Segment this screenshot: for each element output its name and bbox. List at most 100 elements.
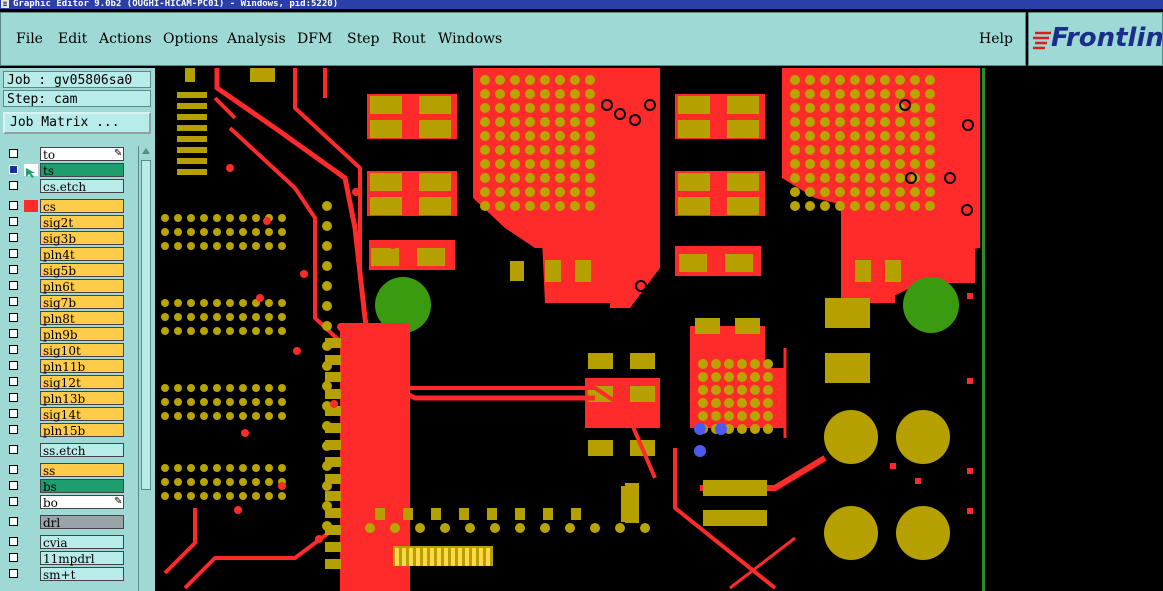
layer-row-22[interactable]: drl [4, 514, 128, 530]
layer-row-14[interactable]: sig12t [4, 374, 128, 390]
layer-checkbox[interactable] [9, 409, 18, 418]
layer-checkbox[interactable] [9, 165, 18, 174]
via [161, 228, 169, 236]
window-menu-icon[interactable]: ≡ [1, 0, 9, 8]
menu-file[interactable]: File [16, 31, 43, 47]
menu-dfm[interactable]: DFM [297, 31, 332, 47]
layer-checkbox[interactable] [9, 313, 18, 322]
layer-row-20[interactable]: bs [4, 478, 128, 494]
bga-ball [495, 173, 505, 183]
layer-checkbox[interactable] [9, 537, 18, 546]
edit-pencil-icon[interactable]: ✎ [114, 149, 122, 159]
layer-checkbox[interactable] [9, 345, 18, 354]
bga-ball [585, 103, 595, 113]
bga-ball [480, 103, 490, 113]
layer-row-8[interactable]: pln6t [4, 278, 128, 294]
layer-checkbox[interactable] [9, 361, 18, 370]
layer-row-12[interactable]: sig10t [4, 342, 128, 358]
layer-name: pln6t [40, 279, 124, 294]
via [278, 327, 286, 335]
small-via [241, 429, 249, 437]
layer-checkbox[interactable] [9, 553, 18, 562]
layer-row-11[interactable]: pln9b [4, 326, 128, 342]
layer-row-18[interactable]: ss.etch [4, 442, 128, 458]
pad [419, 197, 451, 215]
scroll-up-icon[interactable] [141, 146, 151, 156]
bga-ball [895, 131, 905, 141]
layer-row-16[interactable]: sig14t [4, 406, 128, 422]
layer-checkbox[interactable] [9, 249, 18, 258]
menu-analysis[interactable]: Analysis [227, 31, 286, 47]
via [174, 478, 182, 486]
layer-checkbox[interactable] [9, 481, 18, 490]
pcb-canvas[interactable] [155, 68, 1163, 591]
layer-row-6[interactable]: pln4t [4, 246, 128, 262]
layer-row-1[interactable]: ts [4, 162, 128, 178]
bga-ball [570, 145, 580, 155]
layer-checkbox[interactable] [9, 329, 18, 338]
job-matrix-button[interactable]: Job Matrix ... [3, 112, 151, 134]
layer-name: sm+t [40, 567, 124, 582]
menu-actions[interactable]: Actions [99, 31, 152, 47]
layer-checkbox[interactable] [9, 181, 18, 190]
layer-checkbox[interactable] [9, 497, 18, 506]
layer-checkbox[interactable] [9, 465, 18, 474]
layer-name: pln9b [40, 327, 124, 342]
bga-ball [820, 145, 830, 155]
selected-via [694, 423, 706, 435]
layer-row-4[interactable]: sig2t [4, 214, 128, 230]
menu-step[interactable]: Step [347, 31, 379, 47]
via [252, 464, 260, 472]
scroll-thumb[interactable] [141, 160, 151, 490]
layer-row-3[interactable]: cs [4, 198, 128, 214]
layer-checkbox[interactable] [9, 233, 18, 242]
layer-row-24[interactable]: 11mpdrl [4, 550, 128, 566]
layer-row-19[interactable]: ss [4, 462, 128, 478]
brand-logo: Frontline [1028, 12, 1163, 66]
layer-checkbox[interactable] [9, 377, 18, 386]
layer-scrollbar[interactable] [138, 146, 153, 591]
layer-row-5[interactable]: sig3b [4, 230, 128, 246]
small-via [300, 270, 308, 278]
layer-row-15[interactable]: pln13b [4, 390, 128, 406]
layer-checkbox[interactable] [9, 393, 18, 402]
bga-ball [698, 411, 708, 421]
layer-row-23[interactable]: cvia [4, 534, 128, 550]
layer-checkbox[interactable] [9, 445, 18, 454]
layer-checkbox[interactable] [9, 569, 18, 578]
layer-checkbox[interactable] [9, 517, 18, 526]
layer-checkbox[interactable] [9, 149, 18, 158]
layer-checkbox[interactable] [9, 217, 18, 226]
layer-checkbox[interactable] [9, 425, 18, 434]
layer-row-0[interactable]: to ✎ [4, 146, 128, 162]
layer-row-10[interactable]: pln8t [4, 310, 128, 326]
menu-help[interactable]: Help [979, 31, 1013, 47]
layer-row-9[interactable]: sig7b [4, 294, 128, 310]
layer-row-21[interactable]: bo ✎ [4, 494, 128, 510]
bga-ball [835, 75, 845, 85]
layer-row-25[interactable]: sm+t [4, 566, 128, 582]
edit-pencil-icon[interactable]: ✎ [114, 497, 122, 507]
bga-ball [850, 187, 860, 197]
bga-ball [555, 75, 565, 85]
layer-checkbox[interactable] [9, 265, 18, 274]
via [200, 412, 208, 420]
layer-row-7[interactable]: sig5b [4, 262, 128, 278]
via [187, 327, 195, 335]
layer-checkbox[interactable] [9, 281, 18, 290]
layer-row-2[interactable]: cs.etch [4, 178, 128, 194]
menu-options[interactable]: Options [163, 31, 218, 47]
layer-row-17[interactable]: pln15b [4, 422, 128, 438]
bga-ball [865, 131, 875, 141]
pad [678, 96, 710, 114]
bga-ball [555, 131, 565, 141]
menu-rout[interactable]: Rout [392, 31, 426, 47]
layer-checkbox[interactable] [9, 201, 18, 210]
bga-ball [895, 89, 905, 99]
menu-windows[interactable]: Windows [438, 31, 502, 47]
bga-ball [820, 131, 830, 141]
layer-row-13[interactable]: pln11b [4, 358, 128, 374]
bga-ball [510, 117, 520, 127]
menu-edit[interactable]: Edit [58, 31, 87, 47]
layer-checkbox[interactable] [9, 297, 18, 306]
